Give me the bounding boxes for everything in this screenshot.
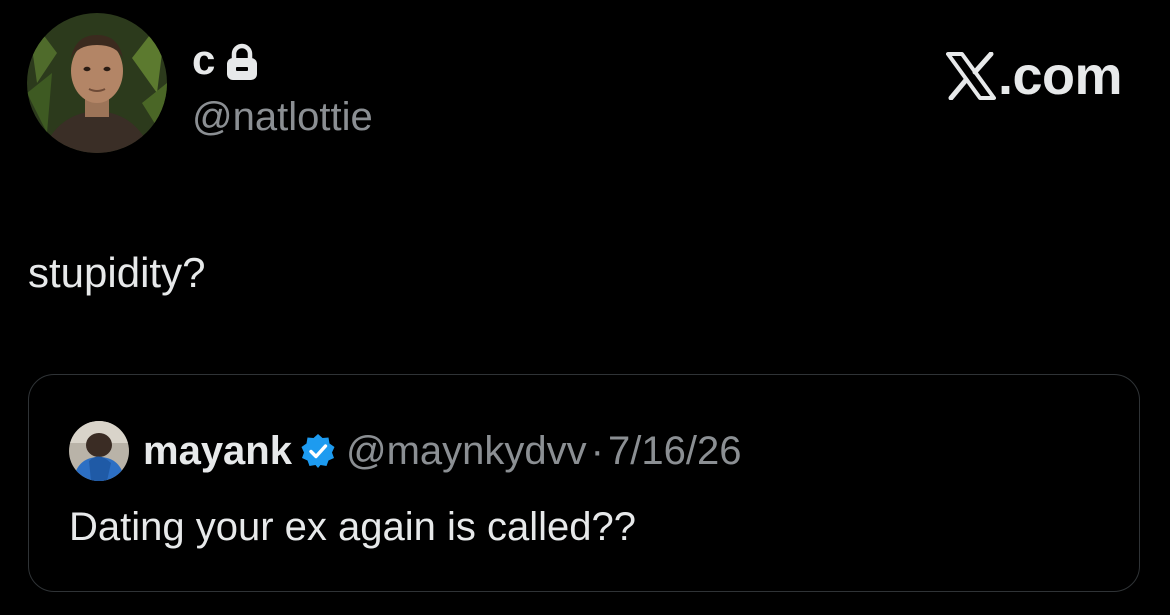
quoted-author-handle[interactable]: @maynkydvv	[346, 428, 587, 474]
verified-badge-icon	[292, 433, 346, 469]
quoted-author-name[interactable]: mayank	[143, 428, 292, 474]
brand-domain: .com	[997, 46, 1123, 106]
lock-icon	[225, 39, 259, 81]
author-display-name[interactable]: c	[192, 36, 215, 84]
quoted-tweet-header: mayank @maynkydvv · 7/16/26	[69, 421, 741, 481]
author-display-name-row: c	[192, 36, 259, 84]
author-handle[interactable]: @natlottie	[192, 94, 373, 140]
brand-watermark: .com	[945, 46, 1123, 106]
tweet-text: stupidity?	[28, 249, 206, 296]
author-avatar[interactable]	[27, 13, 167, 153]
quoted-tweet-card[interactable]: mayank @maynkydvv · 7/16/26 Dating your …	[28, 374, 1140, 592]
quoted-author-avatar[interactable]	[69, 421, 129, 481]
x-logo-icon	[945, 52, 998, 100]
separator-dot: ·	[590, 429, 604, 473]
quoted-tweet-text: Dating your ex again is called??	[69, 505, 637, 549]
quoted-tweet-date[interactable]: 7/16/26	[608, 428, 741, 474]
